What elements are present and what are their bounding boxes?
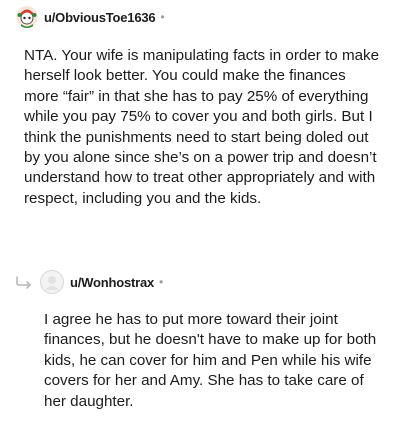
- separator-dot: •: [159, 275, 164, 289]
- username[interactable]: u/Wonhostrax: [70, 275, 154, 290]
- comment-header: u/ObviousToe1636 •: [16, 6, 165, 28]
- bottom-fade: [0, 414, 400, 438]
- comment-text: NTA. Your wife is manipulating facts in …: [24, 47, 380, 207]
- snoo-avatar-icon[interactable]: [16, 6, 38, 28]
- comment-text: I agree he has to put more toward their …: [44, 311, 377, 410]
- username[interactable]: u/ObviousToe1636: [44, 10, 156, 25]
- reply-arrow-icon: [16, 276, 31, 289]
- comment-header: u/Wonhostrax •: [14, 270, 163, 294]
- separator-dot: •: [160, 10, 165, 24]
- default-avatar-icon[interactable]: [40, 270, 64, 294]
